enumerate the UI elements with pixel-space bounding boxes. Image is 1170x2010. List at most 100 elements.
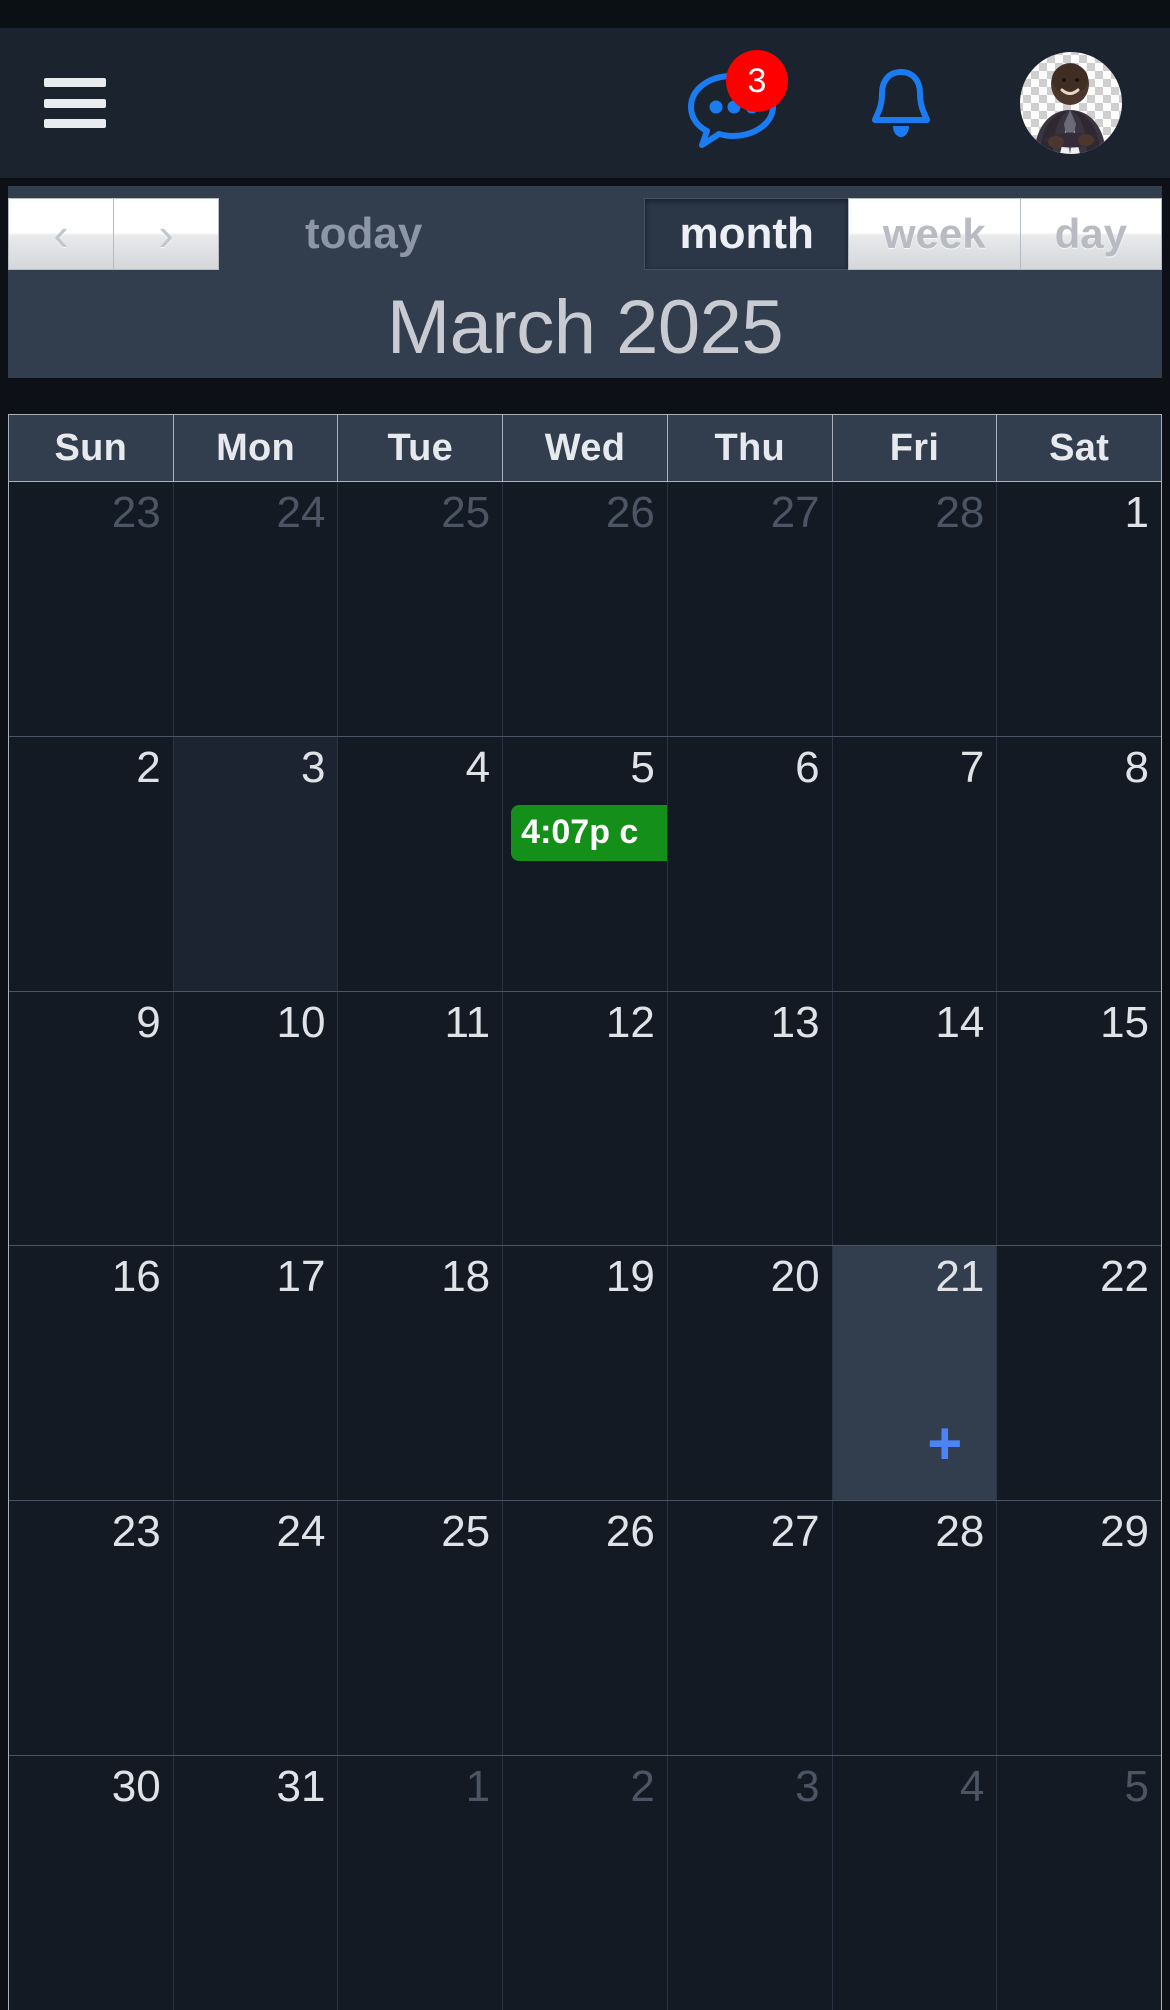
- calendar-day-cell[interactable]: 14: [832, 991, 998, 1246]
- day-number: 25: [441, 1507, 491, 1557]
- calendar-day-cell[interactable]: 26: [503, 482, 668, 736]
- calendar-day-cell[interactable]: 27: [667, 482, 833, 736]
- day-number: 15: [1100, 997, 1150, 1047]
- calendar-day-cell[interactable]: 18: [338, 1246, 504, 1501]
- day-number: 29: [1100, 1507, 1150, 1557]
- avatar[interactable]: [1020, 52, 1122, 154]
- calendar-day-cell[interactable]: 2: [503, 1756, 668, 2010]
- toolbar-grid-gap: [0, 378, 1170, 414]
- calendar-day-cell[interactable]: 16: [9, 1246, 174, 1501]
- calendar-day-cell[interactable]: 25: [338, 1501, 504, 1756]
- day-number: 1: [465, 1762, 491, 1812]
- day-number: 11: [444, 997, 491, 1047]
- day-number: 5: [630, 742, 655, 792]
- calendar-day-cell[interactable]: 5 4:07p c: [503, 736, 668, 991]
- calendar-day-cell[interactable]: 30: [9, 1756, 174, 2010]
- view-button-week[interactable]: week: [847, 198, 1021, 270]
- notifications-button[interactable]: [866, 63, 936, 143]
- calendar-day-cell[interactable]: 13: [667, 991, 833, 1246]
- day-number: 24: [276, 488, 326, 537]
- calendar-day-cell[interactable]: 17: [173, 1246, 339, 1501]
- calendar-day-cell[interactable]: 24: [173, 482, 339, 736]
- day-events: 4:07p c: [503, 805, 667, 862]
- calendar-day-cell[interactable]: 1: [997, 482, 1161, 736]
- calendar-day-cell[interactable]: 31: [173, 1756, 339, 2010]
- calendar-day-cell[interactable]: 10: [173, 991, 339, 1246]
- day-number: 22: [1100, 1252, 1150, 1302]
- day-number: 21: [935, 1252, 985, 1302]
- day-number: 12: [605, 997, 655, 1047]
- calendar-day-cell[interactable]: 28: [832, 482, 998, 736]
- calendar-event[interactable]: 4:07p c: [511, 805, 667, 862]
- calendar-day-cell[interactable]: 26: [503, 1501, 668, 1756]
- calendar-day-cell[interactable]: 23: [9, 482, 174, 736]
- calendar-day-cell[interactable]: 5: [997, 1756, 1161, 2010]
- calendar-week-row: 2 3 4 5 4:07p c 6 7 8: [9, 735, 1161, 991]
- day-number: 14: [935, 997, 985, 1047]
- calendar-day-cell[interactable]: 7: [832, 736, 998, 991]
- weekday-header-thu: Thu: [668, 415, 833, 481]
- calendar-day-cell[interactable]: 8: [997, 736, 1161, 991]
- weekday-header-wed: Wed: [503, 415, 668, 481]
- day-number: 8: [1124, 742, 1150, 792]
- day-number: 7: [959, 742, 985, 792]
- day-number: 23: [111, 1507, 161, 1557]
- calendar-day-cell[interactable]: 12: [503, 991, 668, 1246]
- weekday-header-sun: Sun: [9, 415, 174, 481]
- day-number: 2: [136, 742, 161, 792]
- calendar-day-cell[interactable]: 9: [9, 991, 174, 1246]
- day-number: 23: [111, 488, 161, 537]
- next-month-button[interactable]: ›: [113, 198, 219, 270]
- calendar-day-cell[interactable]: 6: [667, 736, 833, 991]
- calendar-day-cell[interactable]: 19: [503, 1246, 668, 1501]
- calendar-day-cell[interactable]: 4: [832, 1756, 998, 2010]
- top-navbar: 3: [0, 28, 1170, 178]
- calendar-day-cell[interactable]: 28: [832, 1501, 998, 1756]
- calendar-day-cell[interactable]: 3: [667, 1756, 833, 2010]
- calendar-grid: Sun Mon Tue Wed Thu Fri Sat 23 24 25 26 27 28…: [8, 414, 1162, 2010]
- weekday-header-sat: Sat: [1049, 426, 1110, 469]
- bell-icon: [872, 69, 930, 137]
- calendar-day-cell[interactable]: 29: [997, 1501, 1161, 1756]
- day-number: 26: [605, 1507, 655, 1557]
- calendar-day-cell[interactable]: 11: [338, 991, 504, 1246]
- view-button-day[interactable]: day: [1019, 198, 1162, 270]
- day-number: 27: [770, 1507, 820, 1557]
- hamburger-menu-icon[interactable]: [44, 78, 106, 128]
- calendar-day-cell[interactable]: 23: [9, 1501, 174, 1756]
- weekday-header-row: Sun Mon Tue Wed Thu Fri Sat: [9, 415, 1161, 481]
- day-number: 9: [136, 997, 161, 1047]
- chat-button[interactable]: 3: [686, 50, 788, 148]
- today-button[interactable]: today: [258, 198, 469, 270]
- calendar-day-cell[interactable]: 20: [667, 1246, 833, 1501]
- calendar-day-cell[interactable]: 4: [338, 736, 504, 991]
- prev-month-button[interactable]: ‹: [8, 198, 114, 270]
- calendar-day-cell[interactable]: 25: [338, 482, 504, 736]
- day-number: 25: [441, 488, 491, 537]
- calendar-day-cell[interactable]: 24: [173, 1501, 339, 1756]
- nav-button-group: ‹ ›: [8, 198, 219, 270]
- calendar-week-row: 16 17 18 19 20 21 +22: [9, 1245, 1161, 1501]
- calendar-day-cell[interactable]: 15: [997, 991, 1161, 1246]
- day-number: 17: [276, 1252, 326, 1302]
- calendar-day-cell[interactable]: 2: [9, 736, 174, 991]
- view-button-month[interactable]: month: [644, 198, 849, 270]
- day-number: 6: [795, 742, 820, 792]
- calendar-toolbar-buttons: ‹ › today month week day: [8, 198, 1162, 270]
- calendar-day-cell[interactable]: 22: [997, 1246, 1161, 1501]
- calendar-day-cell[interactable]: 27: [667, 1501, 833, 1756]
- avatar-photo: [1034, 63, 1106, 154]
- calendar-week-rows: 23 24 25 26 27 28 1 2 3 4 5 4:07p c 6 7 8 9 10 11 12 13 14 15…: [9, 481, 1161, 2010]
- day-number: 3: [300, 742, 326, 792]
- calendar-day-cell[interactable]: 1: [338, 1756, 504, 2010]
- calendar-day-cell[interactable]: 3: [173, 736, 339, 991]
- add-event-icon[interactable]: +: [927, 1414, 962, 1474]
- day-number: 4: [465, 742, 491, 792]
- calendar-toolbar: ‹ › today month week day March 2025: [8, 186, 1162, 378]
- day-number: 18: [441, 1252, 491, 1302]
- calendar-day-cell[interactable]: 21 +: [832, 1246, 998, 1501]
- chat-unread-badge: 3: [726, 50, 788, 112]
- day-number: 31: [276, 1762, 326, 1812]
- weekday-header-tue: Tue: [338, 415, 504, 481]
- day-number: 20: [770, 1252, 820, 1302]
